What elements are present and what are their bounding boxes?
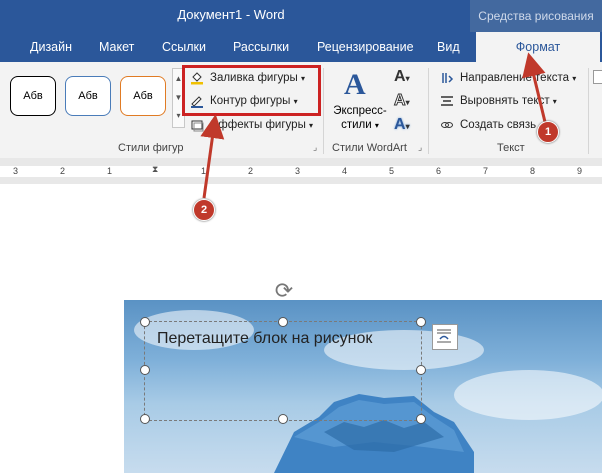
callout-badge-2: 2	[193, 199, 215, 221]
annotation-arrows	[200, 52, 547, 199]
callout-badge-1: 1	[537, 121, 559, 143]
